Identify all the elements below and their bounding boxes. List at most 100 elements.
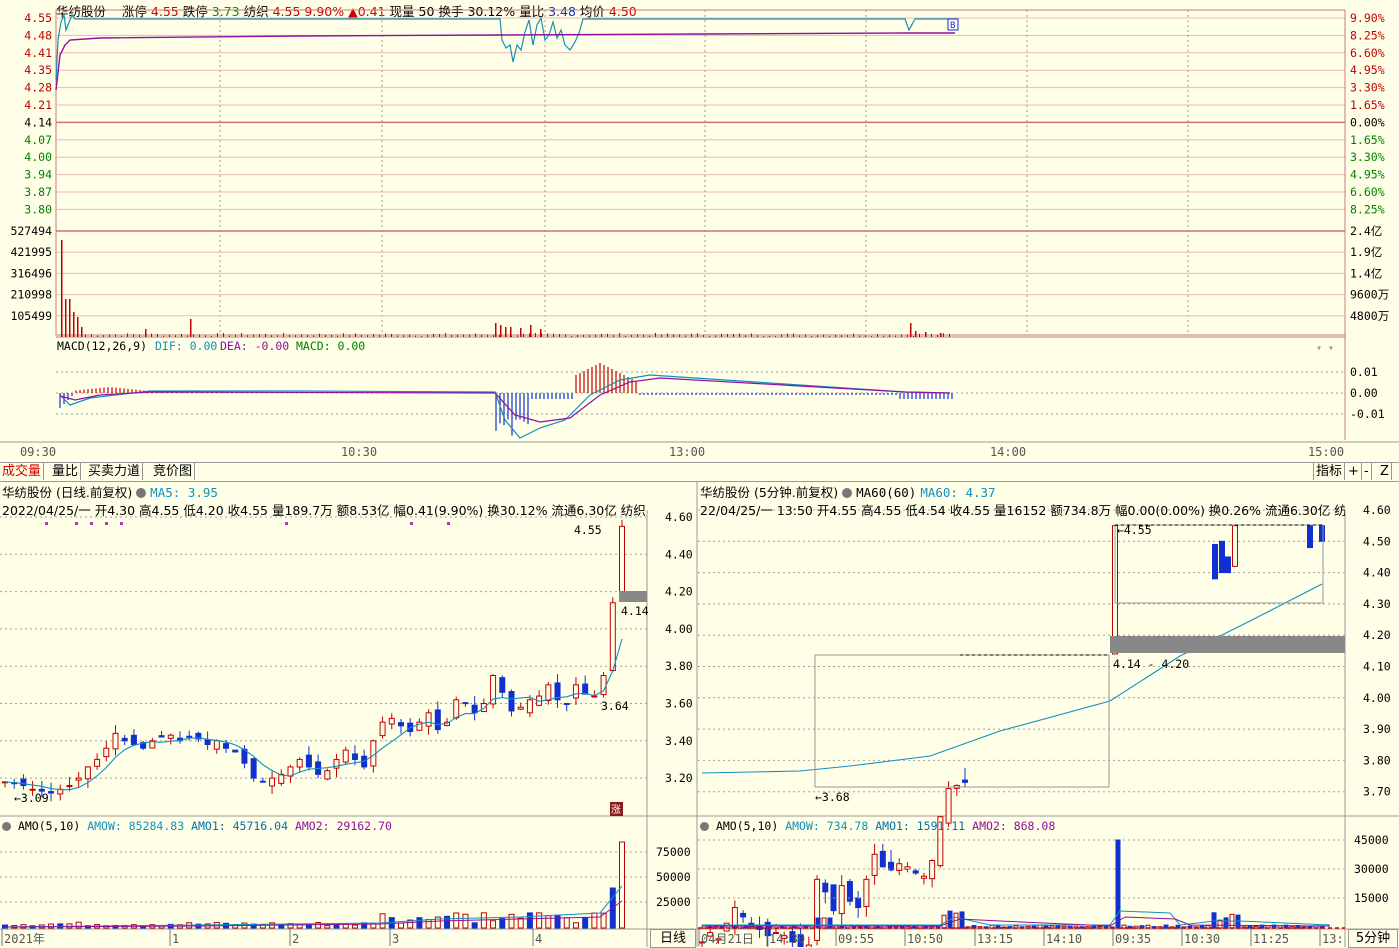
volume-bar	[685, 335, 686, 337]
volume-tick-label: 421995	[10, 245, 52, 259]
volume-bar	[661, 334, 662, 337]
time-axis-label: 14:00	[990, 445, 1026, 459]
volume-bar	[349, 335, 350, 337]
min5-candle-body	[731, 907, 738, 928]
volume-bar	[607, 333, 608, 337]
pct-tick-label: 4.95%	[1350, 63, 1385, 77]
daily-candle-body	[130, 734, 137, 746]
volume-bar	[493, 335, 494, 337]
daily-candle-body	[508, 691, 515, 712]
volume-bar	[520, 328, 522, 337]
daily-amo-bar	[582, 917, 589, 929]
indicator-dot-icon[interactable]	[136, 488, 147, 498]
price-frame	[55, 9, 1346, 336]
volume-bar	[85, 334, 86, 337]
daily-candle-body	[269, 777, 276, 787]
volume-bar	[277, 335, 278, 337]
daily-candle-body	[434, 709, 441, 731]
volume-bar	[529, 333, 530, 337]
limit-up-badge-text: 涨	[611, 804, 621, 816]
tab-volume[interactable]: 成交量	[0, 463, 45, 480]
daily-amo-bar	[397, 922, 404, 929]
volume-bar	[313, 335, 314, 337]
min5-x-label: 10:50	[907, 932, 943, 946]
indicator-button[interactable]: 指标	[1313, 463, 1346, 480]
volume-bar	[229, 335, 230, 337]
volume-bar	[637, 334, 638, 337]
volume-bar	[169, 334, 170, 337]
volume-bar	[655, 333, 656, 337]
volume-bar	[901, 334, 902, 337]
daily-event-marker	[285, 522, 288, 525]
daily-amo-bar	[444, 915, 451, 929]
daily-gap-zone	[619, 591, 647, 602]
min5-candle-body	[1225, 556, 1231, 574]
daily-amo-bar	[526, 912, 533, 929]
price-tick-label: 3.80	[24, 202, 52, 216]
daily-period[interactable]: 日线	[650, 929, 696, 948]
eye-icon[interactable]	[2, 822, 11, 831]
eye-icon[interactable]	[700, 822, 709, 831]
volume-bar	[283, 333, 284, 337]
min5-candle-body	[740, 912, 747, 918]
daily-candle-body	[453, 699, 460, 719]
daily-amo-tick: 25000	[656, 895, 691, 909]
volume-bar	[301, 334, 302, 337]
volume-bar	[127, 333, 128, 337]
volume-bar	[223, 333, 224, 337]
daily-event-marker	[90, 522, 93, 525]
min5-candle-body	[945, 788, 952, 824]
daily-candle-body	[582, 683, 589, 695]
min5-amo-bar	[1223, 917, 1229, 929]
price-tick-label: 3.94	[24, 168, 52, 182]
min5-price-tick: 4.60	[1363, 503, 1391, 517]
min5-candle-body	[920, 875, 927, 879]
min5-range-box	[814, 654, 1110, 788]
daily-price-tick: 3.40	[665, 734, 693, 748]
macd-tick-label: -0.01	[1350, 407, 1385, 421]
daily-candle-body	[75, 777, 82, 781]
tab-auction[interactable]: 竞价图	[151, 463, 196, 480]
min5-candle-body	[1232, 525, 1238, 567]
amount-tick-label: 2.4亿	[1350, 224, 1382, 238]
min5-candle-body	[962, 779, 968, 783]
volume-bar	[205, 335, 206, 337]
tab-volume-ratio[interactable]: 量比	[50, 463, 82, 480]
volume-bar	[709, 335, 710, 337]
daily-amo-bar	[351, 924, 358, 929]
daily-gap-annotation: 4.14	[621, 604, 649, 618]
pct-tick-label: 8.25%	[1350, 28, 1385, 42]
volume-bar	[253, 334, 254, 337]
z-button[interactable]: Z	[1378, 463, 1392, 480]
daily-event-marker	[105, 522, 108, 525]
min5-candle-body	[912, 870, 919, 874]
min5-candle-body	[1319, 525, 1325, 542]
volume-bar	[145, 335, 146, 337]
volume-bar	[163, 335, 164, 337]
tab-buy-sell-power[interactable]: 买卖力道	[86, 463, 144, 480]
volume-bar	[589, 335, 590, 337]
volume-bar	[751, 333, 752, 337]
min5-candle-body	[1212, 543, 1218, 580]
macd-tick-label: 0.01	[1350, 365, 1378, 379]
volume-bar	[475, 333, 476, 337]
volume-bar	[409, 334, 410, 337]
min5-x-label: 04月21日	[701, 932, 754, 946]
daily-amo2: AMO2: 29162.70	[294, 819, 392, 833]
min5-period[interactable]: 5分钟	[1348, 929, 1398, 948]
buy-marker-text: B	[950, 21, 955, 31]
volume-bar	[241, 333, 242, 337]
volume-bar	[97, 335, 98, 337]
volume-bar	[175, 335, 176, 337]
zoom-out-button[interactable]: -	[1362, 463, 1372, 480]
daily-price-tick: 4.20	[665, 585, 693, 599]
indicator-dot-icon[interactable]	[842, 488, 853, 498]
min5-gap-annotation: 4.14 - 4.20	[1113, 657, 1189, 671]
min5-candle-body	[1307, 525, 1313, 549]
daily-high-annotation: 4.55	[574, 523, 602, 537]
daily-amo-bar	[499, 918, 506, 929]
zoom-in-button[interactable]: +	[1346, 463, 1362, 480]
time-axis-label: 13:00	[669, 445, 705, 459]
daily-candle-body	[20, 778, 27, 787]
price-tick-label: 4.35	[24, 63, 52, 77]
